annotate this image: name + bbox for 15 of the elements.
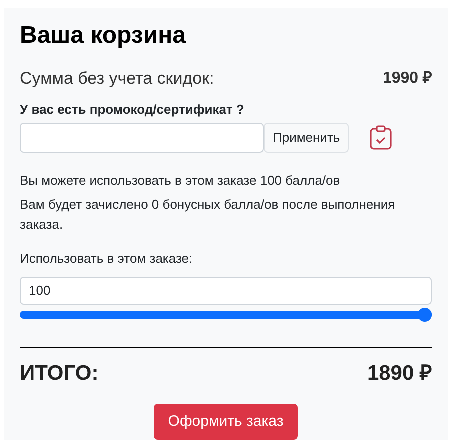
checkout-button[interactable]: Оформить заказ [154,404,298,440]
clipboard-check-icon[interactable] [369,125,394,151]
subtotal-label: Сумма без учета скидок: [20,68,214,90]
bonus-info-text: Вы можете использовать в этом заказе 100 балла/ов [20,172,342,190]
points-slider[interactable] [20,308,432,322]
total-value: 1890 ₽ [367,361,432,388]
subtotal-value: 1990 ₽ [382,68,432,89]
use-points-label: Использовать в этом заказе: [20,250,193,268]
total-label: ИТОГО: [20,361,99,388]
promo-label: У вас есть промокод/сертификат ? [20,100,244,119]
cart-title: Ваша корзина [20,21,186,51]
apply-button[interactable]: Применить [264,123,350,153]
points-field[interactable]: 100 [20,276,432,306]
bonus-info-text: Вам будет зачислено 0 бонусных балла/ов после выполнения заказа. [20,196,396,234]
promo-code-field[interactable] [20,123,264,153]
